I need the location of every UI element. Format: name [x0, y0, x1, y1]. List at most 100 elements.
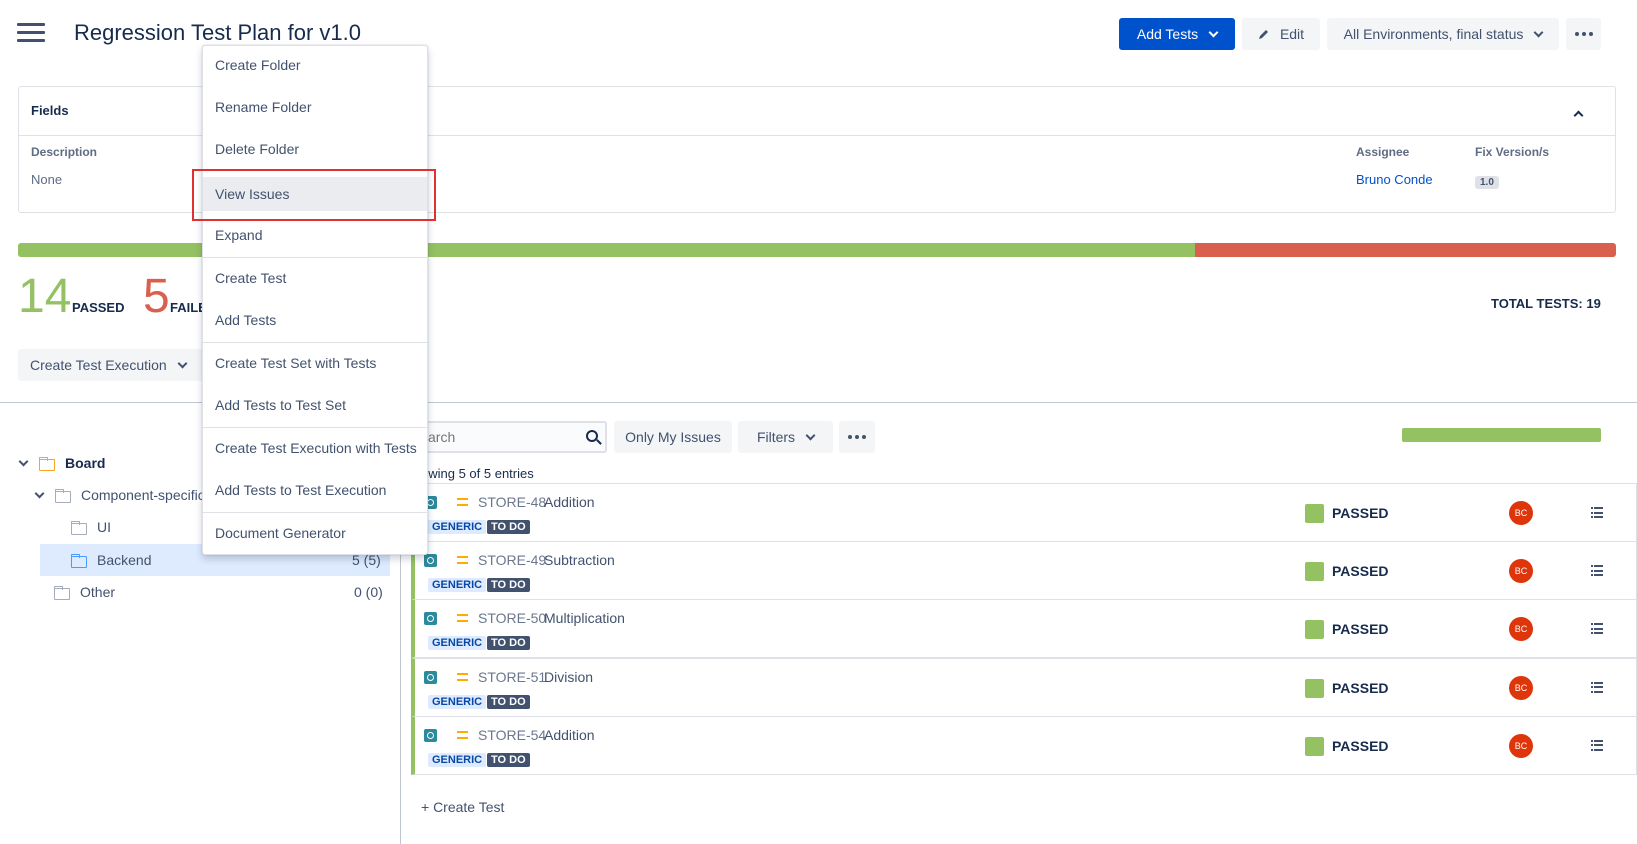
status-badge: TO DO [487, 636, 530, 651]
test-row[interactable]: STORE-49 Subtraction GENERIC TO DO PASSED BC [411, 541, 1637, 601]
folder-icon [54, 585, 70, 600]
folder-icon [55, 488, 71, 503]
tree-label-other: Other [80, 584, 116, 600]
status-badge: TO DO [487, 578, 530, 593]
issue-key-link[interactable]: STORE-49 [478, 552, 546, 568]
search-box[interactable] [420, 421, 607, 453]
details-list-icon[interactable] [1591, 739, 1603, 751]
status-badge: TO DO [487, 694, 530, 709]
tree-label-board: Board [65, 455, 106, 471]
label-badge: GENERIC [428, 578, 487, 593]
menu-hamburger-icon[interactable] [17, 23, 45, 43]
details-list-icon[interactable] [1591, 565, 1603, 577]
priority-medium-icon [457, 614, 468, 623]
menu-item-add-to-test-execution[interactable]: Add Tests to Test Execution [203, 473, 427, 507]
passed-count: 14 [18, 270, 72, 323]
menu-item-document-generator[interactable]: Document Generator [203, 516, 427, 550]
menu-item-create-test-set[interactable]: Create Test Set with Tests [203, 346, 427, 380]
test-type-icon [424, 554, 437, 568]
create-test-execution-button[interactable]: Create Test Execution [18, 349, 204, 381]
priority-medium-icon [457, 498, 468, 506]
avatar[interactable]: BC [1509, 617, 1533, 642]
chevron-up-icon [1573, 110, 1584, 121]
issue-summary[interactable]: Subtraction [544, 552, 615, 568]
avatar[interactable]: BC [1509, 501, 1533, 525]
add-tests-button[interactable]: Add Tests [1119, 18, 1235, 50]
menu-item-create-folder[interactable]: Create Folder [203, 48, 427, 82]
tree-item-backend-content: Backend [71, 545, 151, 575]
menu-separator [203, 427, 427, 428]
failed-count: 5 [143, 270, 170, 323]
chevron-down-icon [1533, 27, 1544, 37]
issue-key-link[interactable]: STORE-48 [478, 494, 546, 510]
test-row[interactable]: STORE-51 Division GENERIC TO DO PASSED BC [411, 657, 1637, 717]
menu-item-add-tests[interactable]: Add Tests [203, 303, 427, 337]
collapse-fields-button[interactable] [1573, 106, 1584, 122]
test-row[interactable]: STORE-48 Addition GENERIC TO DO PASSED BC [411, 483, 1637, 542]
test-row[interactable]: STORE-50 Multiplication GENERIC TO DO PASSED… [411, 599, 1637, 659]
issue-summary[interactable]: Addition [544, 494, 595, 510]
issue-key-link[interactable]: STORE-51 [478, 669, 546, 685]
tree-item-ui[interactable]: UI [71, 512, 111, 542]
search-icon[interactable] [586, 430, 598, 442]
test-result: PASSED [1332, 679, 1389, 696]
test-type-icon [424, 728, 437, 742]
issue-key-link[interactable]: STORE-54 [478, 727, 546, 743]
details-list-icon[interactable] [1591, 681, 1603, 693]
chevron-down-icon [1208, 27, 1219, 37]
tree-item-component-specific[interactable]: Component-specific [34, 480, 205, 510]
page-title: Regression Test Plan for v1.0 [74, 20, 361, 45]
label-badge: GENERIC [428, 694, 487, 709]
entries-info: owing 5 of 5 entries [421, 466, 534, 481]
label-badge: GENERIC [428, 752, 487, 767]
tree-item-other[interactable]: Other [54, 577, 115, 607]
issue-summary[interactable]: Multiplication [544, 610, 625, 626]
menu-item-create-test-execution[interactable]: Create Test Execution with Tests [203, 431, 427, 465]
tree-item-board[interactable]: Board [18, 448, 105, 478]
issue-summary[interactable]: Addition [544, 727, 595, 743]
environment-select[interactable]: All Environments, final status [1327, 18, 1559, 50]
details-list-icon[interactable] [1591, 623, 1603, 635]
search-input[interactable] [422, 423, 572, 451]
menu-item-expand[interactable]: Expand [203, 218, 427, 252]
test-type-icon [424, 670, 437, 684]
priority-medium-icon [457, 556, 468, 565]
menu-item-rename-folder[interactable]: Rename Folder [203, 90, 427, 124]
assignee-link[interactable]: Bruno Conde [1356, 172, 1433, 187]
table-more-button[interactable] [839, 421, 875, 453]
details-list-icon[interactable] [1591, 507, 1603, 518]
avatar[interactable]: BC [1509, 675, 1533, 700]
progress-failed [1195, 243, 1616, 257]
status-passed-icon [1305, 678, 1324, 698]
fix-version-badge[interactable]: 1.0 [1475, 172, 1499, 189]
pencil-icon [1258, 30, 1268, 39]
test-result: PASSED [1332, 621, 1389, 638]
chevron-down-icon [18, 456, 29, 466]
folder-icon [71, 520, 87, 535]
menu-item-create-test[interactable]: Create Test [203, 261, 427, 295]
highlight-box [192, 169, 436, 221]
avatar[interactable]: BC [1509, 733, 1533, 758]
avatar[interactable]: BC [1509, 559, 1533, 584]
status-passed-icon [1305, 562, 1324, 582]
add-tests-label: Add Tests [1136, 26, 1199, 42]
create-test-link[interactable]: + Create Test [421, 799, 504, 815]
status-passed-icon [1305, 620, 1324, 640]
filters-button[interactable]: Filters [738, 421, 833, 453]
tree-count-other: 0 (0) [354, 584, 383, 600]
only-my-issues-button[interactable]: Only My Issues [614, 421, 732, 453]
passed-label: PASSED [72, 300, 125, 315]
menu-item-add-to-test-set[interactable]: Add Tests to Test Set [203, 388, 427, 422]
menu-item-delete-folder[interactable]: Delete Folder [203, 132, 427, 166]
status-passed-icon [1305, 736, 1324, 756]
menu-separator [203, 257, 427, 258]
edit-button[interactable]: Edit [1242, 18, 1320, 50]
more-actions-button[interactable] [1566, 18, 1601, 50]
test-row[interactable]: STORE-54 Addition GENERIC TO DO PASSED BC [411, 715, 1637, 775]
filters-label: Filters [756, 429, 796, 445]
issue-summary[interactable]: Division [544, 669, 593, 685]
edit-label: Edit [1279, 26, 1305, 42]
tree-label-backend: Backend [97, 552, 152, 568]
issue-key-link[interactable]: STORE-50 [478, 610, 546, 626]
label-badge: GENERIC [428, 520, 487, 534]
